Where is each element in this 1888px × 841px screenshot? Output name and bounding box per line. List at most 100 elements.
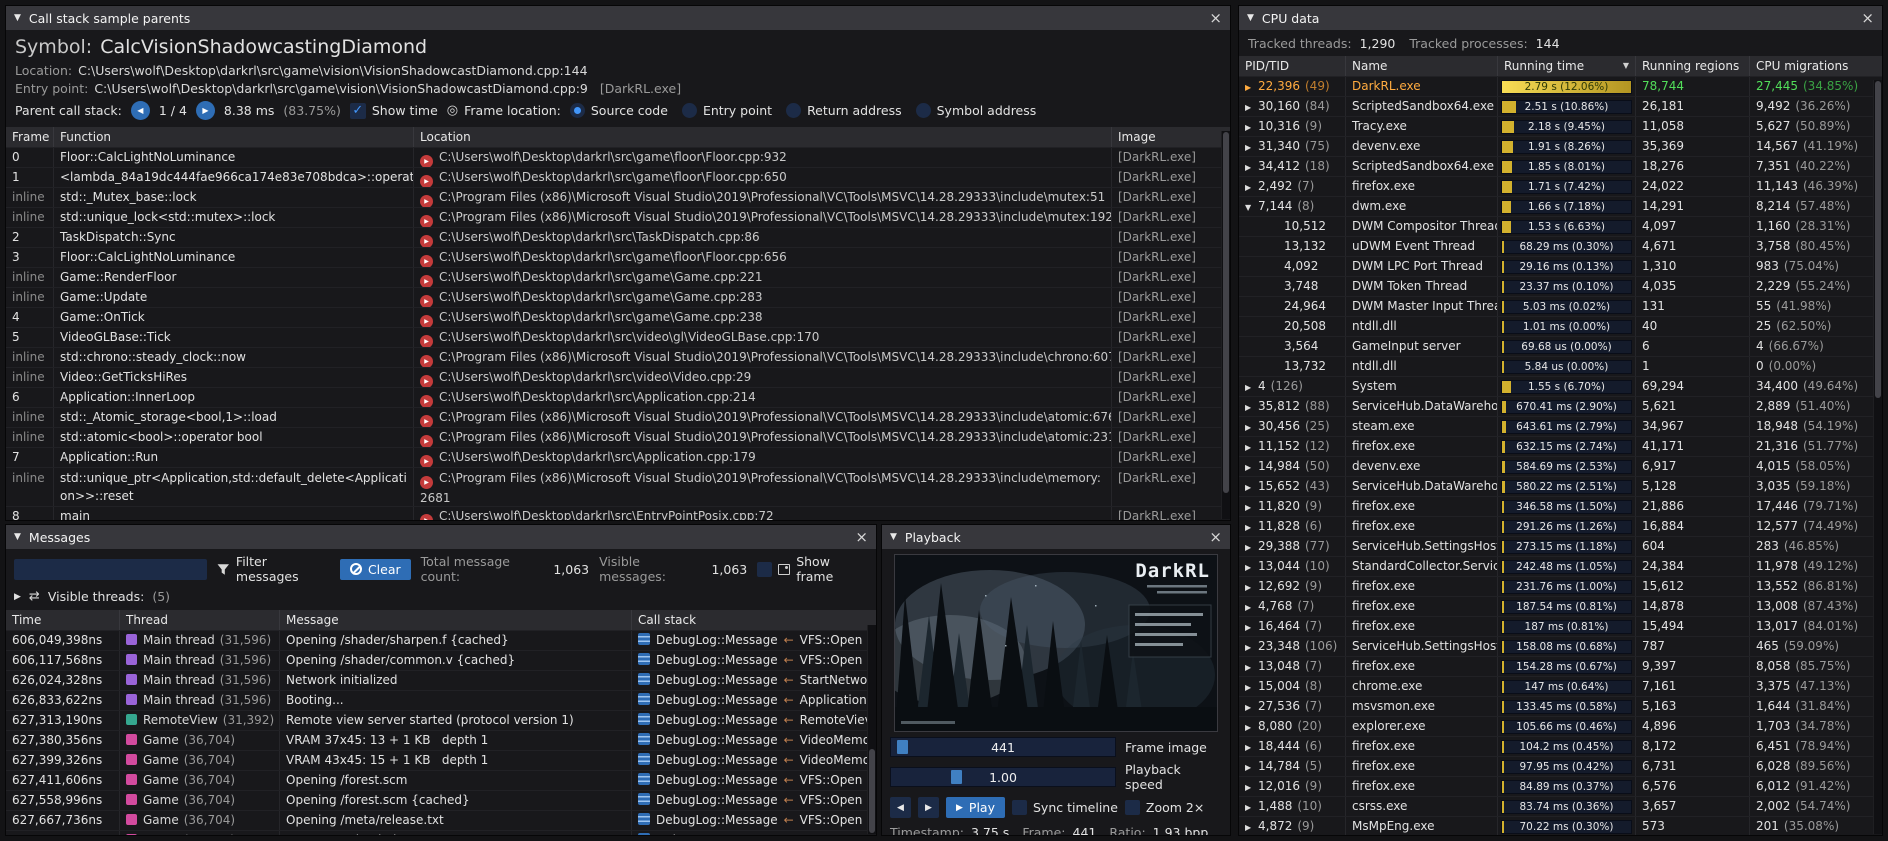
callstack-icon[interactable] bbox=[638, 633, 650, 645]
tree-toggle-icon[interactable]: ▶ bbox=[1245, 738, 1258, 756]
tree-toggle-icon[interactable]: ▶ bbox=[1245, 118, 1258, 136]
cpu-row[interactable]: 20,508 ntdll.dll 1.01 ms (0.00%) 40 25(6… bbox=[1239, 317, 1882, 337]
message-row[interactable]: 627,313,190ns RemoteView(31,392) Remote … bbox=[6, 711, 876, 731]
callstack-scroll-thumb[interactable] bbox=[1223, 132, 1229, 493]
collapse-icon[interactable]: ▼ bbox=[1247, 13, 1254, 23]
tree-toggle-icon[interactable]: ▶ bbox=[1245, 678, 1258, 696]
callstack-row[interactable]: inline std::chrono::steady_clock::now ▶C… bbox=[6, 348, 1230, 368]
messages-scroll-thumb[interactable] bbox=[869, 749, 875, 833]
col-frame[interactable]: Frame bbox=[6, 127, 54, 147]
tree-toggle-icon[interactable]: ▶ bbox=[1245, 758, 1258, 776]
message-row[interactable]: 627,831,246ns Game(36,704) Intro menu lo… bbox=[6, 831, 876, 835]
callstack-row[interactable]: inline Game::RenderFloor ▶C:\Users\wolf\… bbox=[6, 268, 1230, 288]
goto-source-icon[interactable]: ▶ bbox=[420, 476, 433, 489]
message-row[interactable]: 606,117,568ns Main thread(31,596) Openin… bbox=[6, 651, 876, 671]
goto-source-icon[interactable]: ▶ bbox=[420, 514, 433, 520]
callstack-icon[interactable] bbox=[638, 773, 650, 785]
radio-icon[interactable] bbox=[570, 103, 585, 118]
col-callstack[interactable]: Call stack bbox=[632, 610, 876, 630]
col-image[interactable]: Image bbox=[1112, 127, 1230, 147]
callstack-row[interactable]: 3 Floor::CalcLightNoLuminance ▶C:\Users\… bbox=[6, 248, 1230, 268]
tree-toggle-icon[interactable]: ▶ bbox=[1245, 398, 1258, 416]
col-name[interactable]: Name bbox=[1346, 56, 1498, 76]
callstack-icon[interactable] bbox=[638, 653, 650, 665]
callstack-row[interactable]: 4 Game::OnTick ▶C:\Users\wolf\Desktop\da… bbox=[6, 308, 1230, 328]
tree-toggle-icon[interactable]: ▶ bbox=[1245, 538, 1258, 556]
callstack-icon[interactable] bbox=[638, 833, 650, 835]
callstack-row[interactable]: inline std::_Atomic_storage<bool,1>::loa… bbox=[6, 408, 1230, 428]
callstack-icon[interactable] bbox=[638, 733, 650, 745]
cpu-row[interactable]: ▶18,444(6) firefox.exe 104.2 ms (0.45%) … bbox=[1239, 737, 1882, 757]
cpu-row[interactable]: ▶2,492(7) firefox.exe 1.71 s (7.42%) 24,… bbox=[1239, 177, 1882, 197]
tree-toggle-icon[interactable]: ▶ bbox=[1245, 78, 1258, 96]
cpu-row[interactable]: ▶10,316(9) Tracy.exe 2.18 s (9.45%) 11,0… bbox=[1239, 117, 1882, 137]
callstack-icon[interactable] bbox=[638, 693, 650, 705]
callstack-row[interactable]: inline std::atomic<bool>::operator bool … bbox=[6, 428, 1230, 448]
col-message[interactable]: Message bbox=[280, 610, 632, 630]
radio-option[interactable]: Return address bbox=[786, 103, 902, 118]
radio-icon[interactable] bbox=[786, 103, 801, 118]
playback-speed-slider[interactable]: 1.00 bbox=[890, 767, 1116, 787]
message-row[interactable]: 627,411,606ns Game(36,704) Opening /fore… bbox=[6, 771, 876, 791]
cpu-scrollbar[interactable] bbox=[1873, 80, 1882, 834]
cpu-row[interactable]: ▶11,820(9) firefox.exe 346.58 ms (1.50%)… bbox=[1239, 497, 1882, 517]
tree-toggle-icon[interactable]: ▶ bbox=[1245, 598, 1258, 616]
playback-titlebar[interactable]: ▼ Playback × bbox=[882, 525, 1230, 549]
col-location[interactable]: Location bbox=[414, 127, 1112, 147]
close-icon[interactable]: × bbox=[1209, 11, 1222, 26]
message-row[interactable]: 627,380,356ns Game(36,704) VRAM 37x45: 1… bbox=[6, 731, 876, 751]
cpu-row[interactable]: ▶13,044(10) StandardCollector.Servic 242… bbox=[1239, 557, 1882, 577]
tree-toggle-icon[interactable]: ▶ bbox=[1245, 478, 1258, 496]
cpu-row[interactable]: 10,512 DWM Compositor Thread 1.53 s (6.6… bbox=[1239, 217, 1882, 237]
tree-toggle-icon[interactable]: ▶ bbox=[1245, 418, 1258, 436]
tree-toggle-icon[interactable]: ▶ bbox=[1245, 458, 1258, 476]
col-running-time[interactable]: Running time▼ bbox=[1498, 56, 1636, 76]
tree-toggle-icon[interactable]: ▶ bbox=[1245, 698, 1258, 716]
messages-table-header[interactable]: Time Thread Message Call stack bbox=[6, 610, 876, 631]
callstack-row[interactable]: inline Game::Update ▶C:\Users\wolf\Deskt… bbox=[6, 288, 1230, 308]
radio-icon[interactable] bbox=[682, 103, 697, 118]
col-pid-tid[interactable]: PID/TID bbox=[1239, 56, 1346, 76]
radio-option[interactable]: Entry point bbox=[682, 103, 772, 118]
cpu-row[interactable]: ▶4(126) System 1.55 s (6.70%) 69,294 34,… bbox=[1239, 377, 1882, 397]
sync-timeline-checkbox[interactable] bbox=[1012, 800, 1027, 815]
goto-source-icon[interactable]: ▶ bbox=[420, 395, 433, 407]
tree-toggle-icon[interactable]: ▶ bbox=[1245, 618, 1258, 636]
messages-scrollbar[interactable] bbox=[867, 625, 876, 834]
callstack-row[interactable]: 8 main ▶C:\Users\wolf\Desktop\darkrl\src… bbox=[6, 507, 1230, 520]
message-row[interactable]: 626,833,622ns Main thread(31,596) Bootin… bbox=[6, 691, 876, 711]
callstack-icon[interactable] bbox=[638, 713, 650, 725]
callstack-row[interactable]: inline std::_Mutex_base::lock ▶C:\Progra… bbox=[6, 188, 1230, 208]
goto-source-icon[interactable]: ▶ bbox=[420, 355, 433, 367]
col-running-regions[interactable]: Running regions bbox=[1636, 56, 1750, 76]
goto-source-icon[interactable]: ▶ bbox=[420, 155, 433, 167]
cpu-row[interactable]: 13,732 ntdll.dll 5.84 us (0.00%) 1 0(0.0… bbox=[1239, 357, 1882, 377]
tree-toggle-icon[interactable]: ▶ bbox=[1245, 558, 1258, 576]
close-icon[interactable]: × bbox=[1861, 11, 1874, 26]
messages-titlebar[interactable]: ▼ Messages × bbox=[6, 525, 876, 549]
callstack-row[interactable]: inline std::unique_ptr<Application,std::… bbox=[6, 468, 1230, 507]
tree-toggle-icon[interactable]: ▶ bbox=[1245, 98, 1258, 116]
prev-callstack-button[interactable]: ◀ bbox=[131, 101, 150, 120]
goto-source-icon[interactable]: ▶ bbox=[420, 415, 433, 427]
callstack-icon[interactable] bbox=[638, 673, 650, 685]
callstack-icon[interactable] bbox=[638, 753, 650, 765]
step-forward-button[interactable]: ▶ bbox=[918, 797, 939, 818]
callstack-row[interactable]: inline std::unique_lock<std::mutex>::loc… bbox=[6, 208, 1230, 228]
cpu-row[interactable]: ▶15,004(8) chrome.exe 147 ms (0.64%) 7,1… bbox=[1239, 677, 1882, 697]
message-row[interactable]: 626,024,328ns Main thread(31,596) Networ… bbox=[6, 671, 876, 691]
cpu-row[interactable]: ▶27,536(7) msvsmon.exe 133.45 ms (0.58%)… bbox=[1239, 697, 1882, 717]
tree-toggle-icon[interactable]: ▶ bbox=[1245, 138, 1258, 156]
goto-source-icon[interactable]: ▶ bbox=[420, 175, 433, 187]
tree-toggle-icon[interactable]: ▶ bbox=[1245, 518, 1258, 536]
tree-toggle-icon[interactable]: ▶ bbox=[1245, 818, 1258, 835]
cpu-row[interactable]: 4,092 DWM LPC Port Thread 29.16 ms (0.13… bbox=[1239, 257, 1882, 277]
tree-toggle-icon[interactable]: ▶ bbox=[1245, 638, 1258, 656]
close-icon[interactable]: × bbox=[1209, 530, 1222, 545]
callstack-row[interactable]: inline Video::GetTicksHiRes ▶C:\Users\wo… bbox=[6, 368, 1230, 388]
callstack-row[interactable]: 7 Application::Run ▶C:\Users\wolf\Deskto… bbox=[6, 448, 1230, 468]
close-icon[interactable]: × bbox=[855, 530, 868, 545]
cpu-row[interactable]: ▶30,456(25) steam.exe 643.61 ms (2.79%) … bbox=[1239, 417, 1882, 437]
goto-source-icon[interactable]: ▶ bbox=[420, 435, 433, 447]
tree-toggle-icon[interactable]: ▶ bbox=[1245, 798, 1258, 816]
